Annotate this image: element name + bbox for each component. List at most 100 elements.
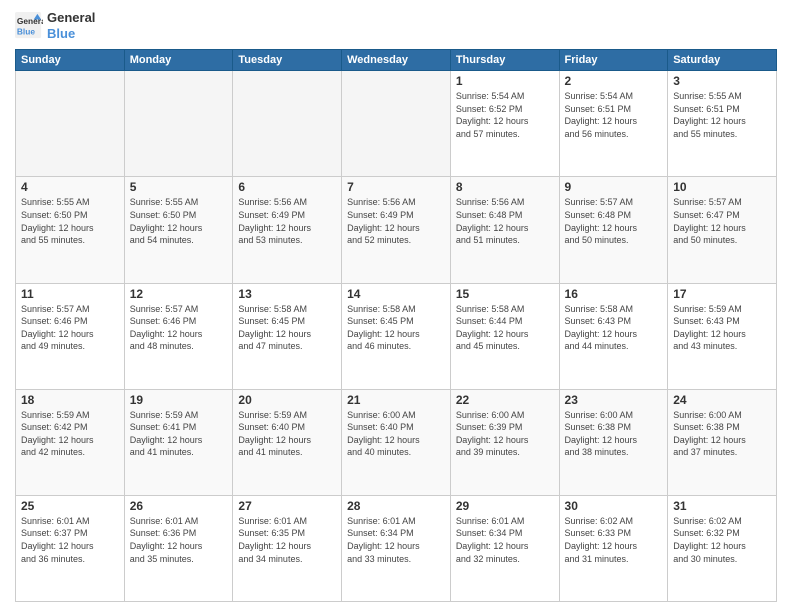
calendar-cell-1-7: 3Sunrise: 5:55 AM Sunset: 6:51 PM Daylig… [668,71,777,177]
day-info: Sunrise: 5:54 AM Sunset: 6:52 PM Dayligh… [456,90,554,140]
day-number: 12 [130,287,228,301]
day-number: 17 [673,287,771,301]
calendar-cell-3-6: 16 Sunrise: 5:58 AM Sunset: 6:43 PM Dayli… [559,283,668,389]
day-info: Sunrise: 5:57 AM Sunset: 6:47 PM Dayligh… [673,196,771,246]
day-number: 10 [673,180,771,194]
day-info: Sunrise: 6:02 AM Sunset: 6:32 PM Dayligh… [673,515,771,565]
calendar-cell-4-3: 20 Sunrise: 5:59 AM Sunset: 6:40 PM Dayli… [233,389,342,495]
day-info: Sunrise: 6:01 AM Sunset: 6:34 PM Dayligh… [456,515,554,565]
day-number: 27 [238,499,336,513]
day-info: Sunrise: 6:00 AM Sunset: 6:38 PM Dayligh… [673,409,771,459]
page: General Blue General Blue SundayMondayTu… [0,0,792,612]
calendar-cell-3-7: 17 Sunrise: 5:59 AM Sunset: 6:43 PM Dayli… [668,283,777,389]
day-number: 8 [456,180,554,194]
day-info: Sunrise: 5:56 AM Sunset: 6:48 PM Dayligh… [456,196,554,246]
day-number: 15 [456,287,554,301]
day-info: Sunrise: 5:55 AM Sunset: 6:50 PM Dayligh… [130,196,228,246]
calendar-cell-3-1: 11 Sunrise: 5:57 AM Sunset: 6:46 PM Dayli… [16,283,125,389]
day-info: Sunrise: 5:57 AM Sunset: 6:46 PM Dayligh… [21,303,119,353]
day-number: 6 [238,180,336,194]
calendar-cell-3-2: 12 Sunrise: 5:57 AM Sunset: 6:46 PM Dayli… [124,283,233,389]
calendar-cell-3-3: 13 Sunrise: 5:58 AM Sunset: 6:45 PM Dayli… [233,283,342,389]
calendar-cell-4-1: 18Sunrise: 5:59 AM Sunset: 6:42 PM Dayli… [16,389,125,495]
day-info: Sunrise: 5:58 AM Sunset: 6:43 PM Dayligh… [565,303,663,353]
logo: General Blue General Blue [15,10,95,41]
calendar-cell-2-2: 5 Sunrise: 5:55 AM Sunset: 6:50 PM Daylig… [124,177,233,283]
weekday-header-tuesday: Tuesday [233,50,342,71]
calendar-cell-5-7: 31 Sunrise: 6:02 AM Sunset: 6:32 PM Dayli… [668,495,777,601]
calendar-cell-1-2 [124,71,233,177]
calendar-cell-1-5: 1 Sunrise: 5:54 AM Sunset: 6:52 PM Daylig… [450,71,559,177]
calendar-cell-5-6: 30 Sunrise: 6:02 AM Sunset: 6:33 PM Dayli… [559,495,668,601]
calendar-cell-1-1 [16,71,125,177]
day-number: 18 [21,393,119,407]
weekday-header-friday: Friday [559,50,668,71]
day-info: Sunrise: 5:59 AM Sunset: 6:43 PM Dayligh… [673,303,771,353]
header: General Blue General Blue [15,10,777,41]
day-info: Sunrise: 6:01 AM Sunset: 6:34 PM Dayligh… [347,515,445,565]
calendar-cell-1-4 [342,71,451,177]
day-info: Sunrise: 6:02 AM Sunset: 6:33 PM Dayligh… [565,515,663,565]
day-number: 26 [130,499,228,513]
logo-text: General Blue [47,10,95,41]
calendar-cell-2-7: 10 Sunrise: 5:57 AM Sunset: 6:47 PM Dayli… [668,177,777,283]
calendar-cell-2-5: 8 Sunrise: 5:56 AM Sunset: 6:48 PM Daylig… [450,177,559,283]
day-info: Sunrise: 5:58 AM Sunset: 6:45 PM Dayligh… [347,303,445,353]
day-number: 30 [565,499,663,513]
day-info: Sunrise: 5:58 AM Sunset: 6:44 PM Dayligh… [456,303,554,353]
weekday-header-wednesday: Wednesday [342,50,451,71]
day-number: 13 [238,287,336,301]
calendar-cell-4-7: 24Sunrise: 6:00 AM Sunset: 6:38 PM Dayli… [668,389,777,495]
day-number: 20 [238,393,336,407]
day-info: Sunrise: 6:01 AM Sunset: 6:36 PM Dayligh… [130,515,228,565]
calendar-cell-2-4: 7 Sunrise: 5:56 AM Sunset: 6:49 PM Daylig… [342,177,451,283]
calendar-cell-4-6: 23Sunrise: 6:00 AM Sunset: 6:38 PM Dayli… [559,389,668,495]
calendar-cell-3-5: 15 Sunrise: 5:58 AM Sunset: 6:44 PM Dayli… [450,283,559,389]
day-number: 7 [347,180,445,194]
calendar-cell-2-3: 6Sunrise: 5:56 AM Sunset: 6:49 PM Daylig… [233,177,342,283]
day-info: Sunrise: 5:57 AM Sunset: 6:48 PM Dayligh… [565,196,663,246]
day-number: 2 [565,74,663,88]
day-number: 11 [21,287,119,301]
logo-icon: General Blue [15,12,43,40]
day-number: 1 [456,74,554,88]
day-info: Sunrise: 6:00 AM Sunset: 6:39 PM Dayligh… [456,409,554,459]
day-number: 5 [130,180,228,194]
day-number: 31 [673,499,771,513]
day-number: 25 [21,499,119,513]
day-number: 4 [21,180,119,194]
day-number: 28 [347,499,445,513]
day-number: 19 [130,393,228,407]
weekday-header-monday: Monday [124,50,233,71]
day-info: Sunrise: 5:55 AM Sunset: 6:50 PM Dayligh… [21,196,119,246]
calendar-week-4: 18Sunrise: 5:59 AM Sunset: 6:42 PM Dayli… [16,389,777,495]
day-info: Sunrise: 5:59 AM Sunset: 6:40 PM Dayligh… [238,409,336,459]
calendar-week-2: 4 Sunrise: 5:55 AM Sunset: 6:50 PM Daylig… [16,177,777,283]
day-info: Sunrise: 5:59 AM Sunset: 6:41 PM Dayligh… [130,409,228,459]
day-number: 14 [347,287,445,301]
calendar-cell-4-2: 19 Sunrise: 5:59 AM Sunset: 6:41 PM Dayli… [124,389,233,495]
calendar-cell-2-1: 4 Sunrise: 5:55 AM Sunset: 6:50 PM Daylig… [16,177,125,283]
day-info: Sunrise: 5:56 AM Sunset: 6:49 PM Dayligh… [347,196,445,246]
calendar-week-3: 11 Sunrise: 5:57 AM Sunset: 6:46 PM Dayli… [16,283,777,389]
weekday-header-saturday: Saturday [668,50,777,71]
day-info: Sunrise: 5:58 AM Sunset: 6:45 PM Dayligh… [238,303,336,353]
day-number: 16 [565,287,663,301]
calendar-cell-1-3 [233,71,342,177]
day-info: Sunrise: 5:57 AM Sunset: 6:46 PM Dayligh… [130,303,228,353]
day-info: Sunrise: 5:55 AM Sunset: 6:51 PM Dayligh… [673,90,771,140]
day-info: Sunrise: 5:54 AM Sunset: 6:51 PM Dayligh… [565,90,663,140]
weekday-header-row: SundayMondayTuesdayWednesdayThursdayFrid… [16,50,777,71]
calendar-cell-4-5: 22Sunrise: 6:00 AM Sunset: 6:39 PM Dayli… [450,389,559,495]
calendar-cell-5-1: 25Sunrise: 6:01 AM Sunset: 6:37 PM Dayli… [16,495,125,601]
calendar-cell-2-6: 9Sunrise: 5:57 AM Sunset: 6:48 PM Daylig… [559,177,668,283]
calendar-week-1: 1 Sunrise: 5:54 AM Sunset: 6:52 PM Daylig… [16,71,777,177]
calendar-cell-5-2: 26 Sunrise: 6:01 AM Sunset: 6:36 PM Dayli… [124,495,233,601]
day-info: Sunrise: 6:00 AM Sunset: 6:38 PM Dayligh… [565,409,663,459]
svg-text:Blue: Blue [17,26,35,36]
weekday-header-thursday: Thursday [450,50,559,71]
calendar-table: SundayMondayTuesdayWednesdayThursdayFrid… [15,49,777,602]
calendar-week-5: 25Sunrise: 6:01 AM Sunset: 6:37 PM Dayli… [16,495,777,601]
calendar-cell-4-4: 21Sunrise: 6:00 AM Sunset: 6:40 PM Dayli… [342,389,451,495]
calendar-cell-5-4: 28 Sunrise: 6:01 AM Sunset: 6:34 PM Dayli… [342,495,451,601]
